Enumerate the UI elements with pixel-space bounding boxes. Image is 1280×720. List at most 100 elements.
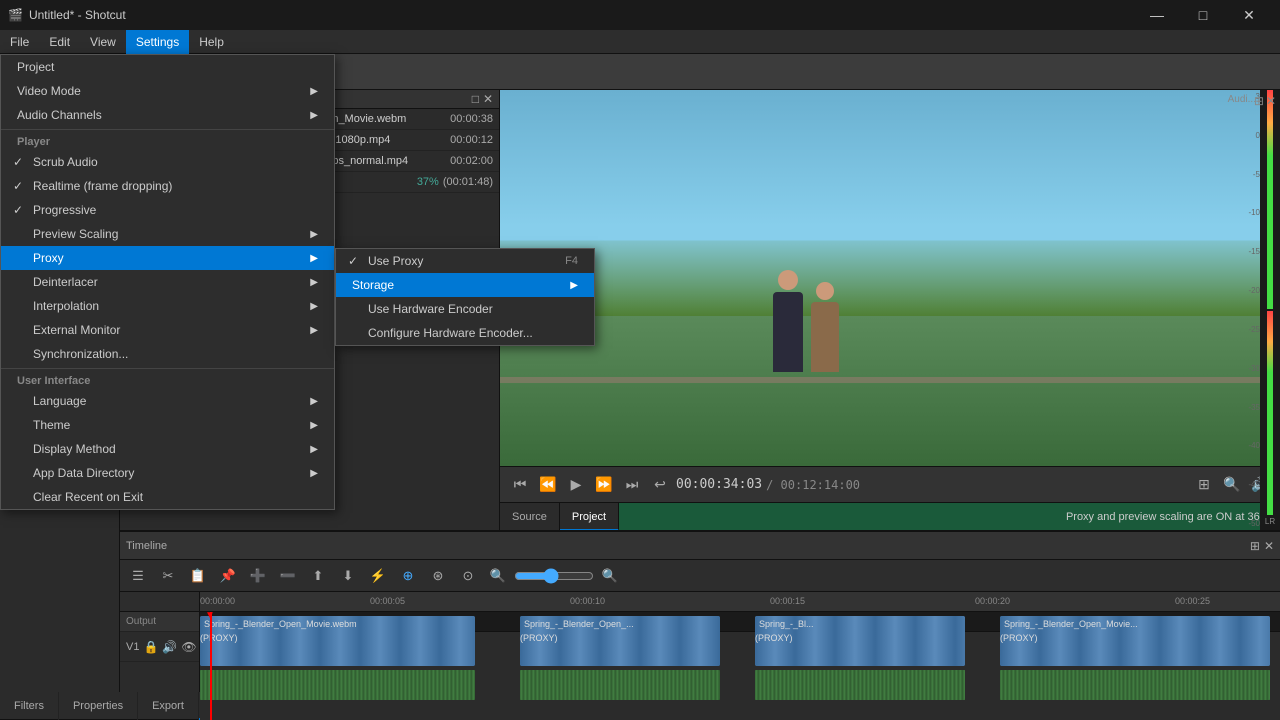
titlebar-controls: — □ ✕ <box>1134 0 1272 30</box>
proxy-status-bar: Proxy and preview scaling are ON at 360p <box>619 503 1280 531</box>
jobs-close-icon[interactable]: ✕ <box>483 92 493 106</box>
tl-down-btn[interactable]: ⬇ <box>334 563 362 589</box>
menu-language[interactable]: Language ▶ <box>1 389 334 413</box>
play-button[interactable]: ▶ <box>564 473 588 497</box>
tl-remove-btn[interactable]: ➖ <box>274 563 302 589</box>
menu-deinterlacer[interactable]: Deinterlacer ▶ <box>1 270 334 294</box>
db-mark-1: 0 <box>1240 131 1260 140</box>
track-lock-icon[interactable]: 🔒 <box>143 640 158 654</box>
menu-synchronization-label: Synchronization... <box>33 347 128 361</box>
tl-cut-btn[interactable]: ✂ <box>154 563 182 589</box>
tl-copy-btn[interactable]: 📋 <box>184 563 212 589</box>
tab-source[interactable]: Source <box>500 503 560 531</box>
video-clip-2[interactable]: Spring_-_Blender_Open_...(PROXY) <box>520 616 720 666</box>
menu-display-method[interactable]: Display Method ▶ <box>1 437 334 461</box>
timeline-header-right: ⊞ ✕ <box>1250 539 1274 553</box>
menu-settings[interactable]: Settings <box>126 30 189 54</box>
close-button[interactable]: ✕ <box>1226 0 1272 30</box>
db-mark-8: -35 <box>1240 403 1260 412</box>
proxy-storage[interactable]: Storage ▶ <box>336 273 594 297</box>
tl-split-btn[interactable]: ⚡ <box>364 563 392 589</box>
proxy-use-proxy[interactable]: Use Proxy F4 <box>336 249 594 273</box>
menu-clear-recent[interactable]: Clear Recent on Exit <box>1 485 334 509</box>
tab-project[interactable]: Project <box>560 503 619 531</box>
menu-theme[interactable]: Theme ▶ <box>1 413 334 437</box>
db-mark-5: -20 <box>1240 286 1260 295</box>
player-section-header: Player <box>1 132 334 150</box>
menu-external-monitor[interactable]: External Monitor ▶ <box>1 318 334 342</box>
menu-preview-scaling[interactable]: Preview Scaling ▶ <box>1 222 334 246</box>
jobs-pause-icon[interactable]: □ <box>472 92 479 106</box>
zoom-slider[interactable] <box>514 568 594 584</box>
tl-ripple-btn[interactable]: ⊛ <box>424 563 452 589</box>
audio-clip-3 <box>755 670 965 700</box>
proxy-configure-hw[interactable]: Configure Hardware Encoder... <box>336 321 594 345</box>
figures <box>773 203 890 372</box>
menu-project[interactable]: Project <box>1 55 334 79</box>
menu-video-mode-label: Video Mode <box>17 84 81 98</box>
db-mark-10: -45 <box>1240 480 1260 489</box>
menu-help[interactable]: Help <box>189 30 234 54</box>
figure-1-head <box>778 270 798 290</box>
playhead[interactable] <box>210 612 212 720</box>
proxy-hw-encoder[interactable]: Use Hardware Encoder <box>336 297 594 321</box>
job-duration-3: 00:02:00 <box>450 155 493 167</box>
step-back-button[interactable]: ⏪ <box>536 473 560 497</box>
video-clip-4[interactable]: Spring_-_Blender_Open_Movie...(PROXY) <box>1000 616 1270 666</box>
menu-scrub-audio-label: Scrub Audio <box>33 155 98 169</box>
transport-controls: ⏮ ⏪ ▶ ⏩ ⏭ ↩ 00:00:34:03 / 00:12:14:00 ⊞ … <box>500 466 1280 502</box>
menu-audio-channels[interactable]: Audio Channels ▶ <box>1 103 334 127</box>
ruler-mark-4: 00:00:20 <box>975 596 1010 606</box>
tl-zoom-out-btn[interactable]: 🔍 <box>484 563 512 589</box>
menu-interpolation[interactable]: Interpolation ▶ <box>1 294 334 318</box>
menu-view[interactable]: View <box>80 30 126 54</box>
timeline-close-icon[interactable]: ✕ <box>1264 539 1274 553</box>
video-clip-3[interactable]: Spring_-_Bl...(PROXY) <box>755 616 965 666</box>
track-mute-icon[interactable]: 🔊 <box>162 640 177 654</box>
prev-frame-button[interactable]: ⏮ <box>508 473 532 497</box>
menu-app-data-dir[interactable]: App Data Directory ▶ <box>1 461 334 485</box>
next-frame-button[interactable]: ⏭ <box>620 473 644 497</box>
display-method-arrow: ▶ <box>310 444 318 455</box>
menu-scrub-audio[interactable]: Scrub Audio <box>1 150 334 174</box>
panel-controls: ⊞ ✕ <box>1254 94 1276 108</box>
track-eye-icon[interactable]: 👁 <box>181 640 196 654</box>
menu-synchronization[interactable]: Synchronization... <box>1 342 334 366</box>
grid-button[interactable]: ⊞ <box>1192 473 1216 497</box>
app-data-dir-arrow: ▶ <box>310 468 318 479</box>
ui-section-header: User Interface <box>1 371 334 389</box>
tl-paste-btn[interactable]: 📌 <box>214 563 242 589</box>
tl-up-btn[interactable]: ⬆ <box>304 563 332 589</box>
language-arrow: ▶ <box>310 396 318 407</box>
duration-display: / 00:12:14:00 <box>766 478 860 492</box>
tl-zoom-in-btn[interactable]: 🔍 <box>596 563 624 589</box>
tl-snap-btn[interactable]: ⊕ <box>394 563 422 589</box>
menu-file[interactable]: File <box>0 30 39 54</box>
minimize-button[interactable]: — <box>1134 0 1180 30</box>
tl-menu-btn[interactable]: ☰ <box>124 563 152 589</box>
tl-add-btn[interactable]: ➕ <box>244 563 272 589</box>
maximize-button[interactable]: □ <box>1180 0 1226 30</box>
lr-label: LR <box>1265 517 1275 526</box>
menu-app-data-dir-label: App Data Directory <box>33 466 134 480</box>
menu-edit[interactable]: Edit <box>39 30 80 54</box>
menu-realtime[interactable]: Realtime (frame dropping) <box>1 174 334 198</box>
loop-button[interactable]: ↩ <box>648 473 672 497</box>
timeline-expand-icon[interactable]: ⊞ <box>1250 539 1260 553</box>
db-mark-9: -40 <box>1240 441 1260 450</box>
sky <box>500 90 1280 316</box>
menu-progressive[interactable]: Progressive <box>1 198 334 222</box>
timeline-header: Timeline ⊞ ✕ <box>120 532 1280 560</box>
video-clip-1[interactable]: Spring_-_Blender_Open_Movie.webm(PROXY) <box>200 616 475 666</box>
interpolation-arrow: ▶ <box>310 301 318 312</box>
menu-proxy[interactable]: Proxy ▶ <box>1 246 334 270</box>
video-mode-arrow: ▶ <box>310 86 318 97</box>
step-forward-button[interactable]: ⏩ <box>592 473 616 497</box>
proxy-configure-hw-label: Configure Hardware Encoder... <box>368 326 533 340</box>
menu-video-mode[interactable]: Video Mode ▶ <box>1 79 334 103</box>
tl-ripple2-btn[interactable]: ⊙ <box>454 563 482 589</box>
panel-close-icon[interactable]: ✕ <box>1266 94 1276 108</box>
volume-bar-r <box>1267 311 1273 515</box>
panel-expand-icon[interactable]: ⊞ <box>1254 94 1264 108</box>
job-duration-1: 00:00:38 <box>450 113 493 125</box>
